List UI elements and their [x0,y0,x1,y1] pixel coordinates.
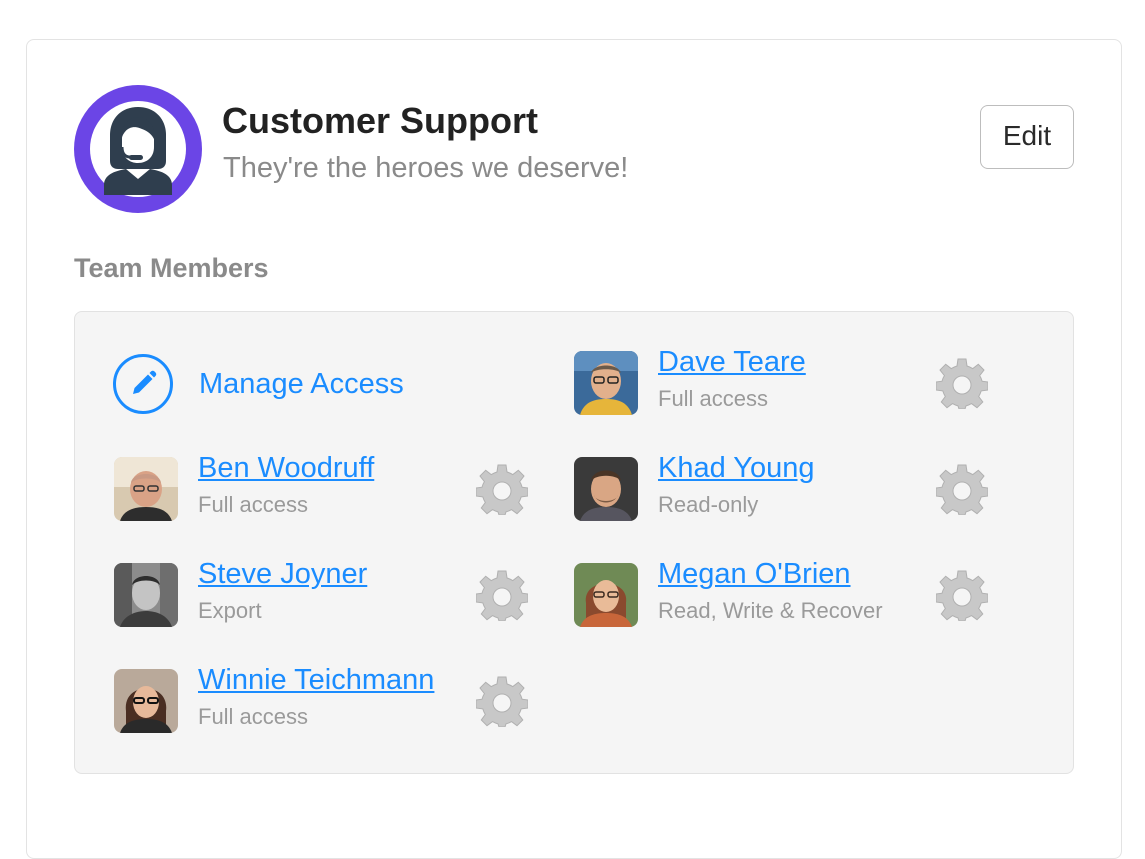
gear-icon[interactable] [476,569,528,621]
gear-icon[interactable] [476,463,528,515]
member-role: Read, Write & Recover [658,598,883,623]
member-name[interactable]: Dave Teare [658,346,806,379]
avatar [574,351,638,415]
member-name[interactable]: Megan O'Brien [658,558,851,591]
member-item: Dave Teare Full access [574,346,994,415]
avatar [574,563,638,627]
team-avatar [74,85,202,213]
member-name[interactable]: Khad Young [658,452,814,485]
gear-icon[interactable] [936,569,988,621]
member-name[interactable]: Ben Woodruff [198,452,374,485]
manage-access-button[interactable]: Manage Access [113,352,404,416]
member-item: Ben Woodruff Full access [114,452,534,521]
support-agent-icon [104,107,172,195]
pencil-icon [113,354,173,414]
member-name[interactable]: Steve Joyner [198,558,367,591]
member-name[interactable]: Winnie Teichmann [198,664,434,697]
edit-button[interactable]: Edit [980,105,1074,169]
avatar [114,669,178,733]
member-item: Megan O'Brien Read, Write & Recover [574,558,994,627]
member-role: Full access [198,704,309,729]
manage-access-label: Manage Access [199,367,404,400]
gear-icon[interactable] [936,357,988,409]
team-members-heading: Team Members [74,253,269,283]
avatar [114,457,178,521]
gear-icon[interactable] [936,463,988,515]
member-role: Export [198,598,262,623]
team-description: They're the heroes we deserve! [223,152,629,184]
member-item: Khad Young Read-only [574,452,994,521]
gear-icon[interactable] [476,675,528,727]
member-role: Full access [198,492,309,517]
avatar [114,563,178,627]
member-role: Full access [658,386,769,411]
member-item: Winnie Teichmann Full access [114,664,534,733]
member-role: Read-only [658,492,759,517]
avatar [574,457,638,521]
team-name: Customer Support [222,100,539,141]
member-item: Steve Joyner Export [114,558,534,627]
